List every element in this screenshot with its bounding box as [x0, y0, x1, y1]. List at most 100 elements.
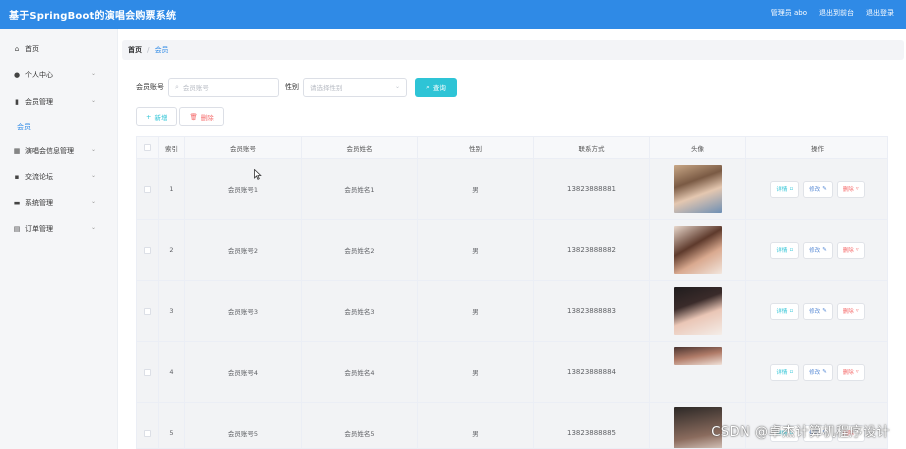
table-row[interactable]: 4 会员账号4 会员姓名4 男 13823888884 详情 ▫ 修改 ✎ 删除 ▿ — [137, 342, 887, 403]
chevron-down-icon: ⌄ — [90, 70, 96, 77]
edit-button[interactable]: 修改 ✎ — [803, 180, 833, 198]
view-label: 详情 — [776, 309, 788, 315]
row-gender: 男 — [418, 403, 534, 448]
header-index: 索引 — [159, 137, 185, 158]
table-row[interactable]: 2 会员账号2 会员姓名2 男 13823888882 详情 ▫ 修改 ✎ 删除 ▿ — [137, 220, 887, 281]
header-gender: 性别 — [418, 137, 534, 158]
select-all-checkbox[interactable] — [144, 144, 151, 151]
row-index: 3 — [159, 281, 185, 341]
breadcrumb-separator: / — [147, 46, 150, 54]
view-button[interactable]: 详情 ▫ — [770, 363, 800, 381]
table-header: 索引 会员账号 会员姓名 性别 联系方式 头像 操作 — [137, 137, 887, 159]
account-search-input[interactable]: ⌕ 会员账号 — [168, 77, 279, 97]
sidebar-item-label: 订单管理 — [25, 225, 53, 233]
row-index: 1 — [159, 159, 185, 219]
sidebar-item-personal-center[interactable]: ● 个人中心 ⌄ — [0, 66, 118, 84]
building-icon: ▦ — [13, 147, 21, 155]
trash-icon: 🗑 — [189, 112, 198, 121]
pencil-icon: ✎ — [822, 247, 827, 253]
row-checkbox[interactable] — [144, 307, 151, 315]
header-account: 会员账号 — [185, 137, 302, 158]
breadcrumb: 首页 / 会员 — [122, 40, 904, 60]
row-index: 2 — [159, 220, 185, 280]
sidebar-item-label: 交流论坛 — [25, 173, 53, 181]
trash-icon: ▿ — [855, 247, 859, 253]
add-button[interactable]: + 新增 — [136, 107, 178, 126]
row-name: 会员姓名1 — [302, 159, 418, 219]
row-name: 会员姓名2 — [302, 220, 418, 280]
sidebar-item-home[interactable]: ⌂ 首页 — [0, 40, 118, 58]
account-label: 会员账号 — [136, 83, 164, 91]
main-content: 首页 / 会员 会员账号 ⌕ 会员账号 性别 请选择性别 ⌄ ⌕ 查询 + 新增… — [118, 29, 906, 449]
row-account: 会员账号3 — [185, 281, 302, 341]
delete-row-button[interactable]: 删除 ▿ — [836, 302, 865, 320]
row-name: 会员姓名3 — [302, 281, 418, 341]
document-icon: ▫ — [789, 247, 794, 253]
edit-button[interactable]: 修改 ✎ — [803, 302, 833, 320]
gender-placeholder: 请选择性别 — [310, 84, 343, 92]
delete-label: 删除 — [842, 187, 854, 193]
edit-label: 修改 — [809, 187, 821, 193]
row-avatar-cell — [650, 281, 746, 341]
row-checkbox[interactable] — [144, 185, 151, 193]
breadcrumb-home[interactable]: 首页 — [128, 45, 142, 55]
view-button[interactable]: 详情 ▫ — [770, 302, 800, 320]
row-checkbox[interactable] — [144, 246, 151, 254]
edit-button[interactable]: 修改 ✎ — [803, 363, 833, 381]
action-bar: + 新增 🗑 删除 — [136, 107, 224, 126]
row-checkbox[interactable] — [144, 429, 151, 437]
chevron-down-icon: ⌄ — [90, 172, 96, 179]
pencil-icon: ✎ — [822, 186, 827, 192]
view-button[interactable]: 详情 ▫ — [770, 180, 800, 198]
view-button[interactable]: 详情 ▫ — [770, 241, 800, 259]
search-bar: 会员账号 ⌕ 会员账号 性别 请选择性别 ⌄ ⌕ 查询 — [136, 77, 457, 97]
sidebar-item-label: 首页 — [25, 45, 39, 53]
breadcrumb-current: 会员 — [154, 46, 169, 54]
chevron-down-icon: ⌄ — [90, 97, 96, 104]
user-icon: ● — [13, 71, 21, 79]
row-phone: 13823888882 — [534, 220, 650, 280]
edit-button[interactable]: 修改 ✎ — [803, 241, 833, 259]
row-gender: 男 — [418, 281, 534, 341]
row-actions: 详情 ▫ 修改 ✎ 删除 ▿ — [746, 342, 887, 402]
table-row[interactable]: 1 会员账号1 会员姓名1 男 13823888881 详情 ▫ 修改 ✎ 删除 ▿ — [137, 159, 887, 220]
header-phone: 联系方式 — [534, 137, 650, 158]
document-icon: ▫ — [789, 369, 794, 375]
edit-label: 修改 — [809, 309, 821, 315]
sidebar-item-orders[interactable]: ▤ 订单管理 ⌄ — [0, 220, 118, 238]
app-title: 基于SpringBoot的演唱会购票系统 — [9, 11, 177, 22]
delete-label: 删除 — [842, 248, 854, 254]
view-label: 详情 — [776, 370, 788, 376]
query-button[interactable]: ⌕ 查询 — [415, 77, 457, 97]
view-label: 详情 — [776, 187, 788, 193]
batch-delete-button[interactable]: 🗑 删除 — [179, 107, 224, 126]
table-row[interactable]: 3 会员账号3 会员姓名3 男 13823888883 详情 ▫ 修改 ✎ 删除 ▿ — [137, 281, 887, 342]
delete-label: 删除 — [200, 113, 214, 122]
row-select-cell — [137, 403, 159, 448]
plus-icon: + — [146, 112, 152, 121]
sidebar: ⌂ 首页 ● 个人中心 ⌄ ▮ 会员管理 ⌄ 会员 ▦ 演唱会信息管理 ⌄ ▪ … — [0, 29, 118, 449]
row-name: 会员姓名4 — [302, 342, 418, 402]
sidebar-item-forum[interactable]: ▪ 交流论坛 ⌄ — [0, 168, 118, 186]
gender-select[interactable]: 请选择性别 ⌄ — [303, 77, 407, 97]
delete-row-button[interactable]: 删除 ▿ — [836, 180, 865, 198]
row-checkbox[interactable] — [144, 368, 151, 376]
member-table: 索引 会员账号 会员姓名 性别 联系方式 头像 操作 1 会员账号1 会员姓名1 男 1… — [136, 136, 888, 449]
sidebar-subitem-member[interactable]: 会员 — [17, 122, 31, 132]
logout-link[interactable]: 退出登录 — [866, 8, 894, 18]
delete-row-button[interactable]: 删除 ▿ — [836, 241, 865, 259]
row-avatar-cell — [650, 220, 746, 280]
delete-row-button[interactable]: 删除 ▿ — [836, 363, 865, 381]
sidebar-item-concert-management[interactable]: ▦ 演唱会信息管理 ⌄ — [0, 142, 118, 160]
row-phone: 13823888884 — [534, 342, 650, 402]
admin-user-link[interactable]: 管理员 abo — [771, 8, 807, 18]
sidebar-item-member-management[interactable]: ▮ 会员管理 ⌄ — [0, 93, 118, 111]
sidebar-item-system[interactable]: ▬ 系统管理 ⌄ — [0, 194, 118, 212]
row-account: 会员账号1 — [185, 159, 302, 219]
avatar-image — [673, 287, 722, 335]
row-index: 5 — [159, 403, 185, 448]
go-frontend-link[interactable]: 退出到前台 — [819, 8, 854, 18]
mouse-cursor-icon — [254, 169, 262, 180]
row-select-cell — [137, 342, 159, 402]
row-actions: 详情 ▫ 修改 ✎ 删除 ▿ — [746, 220, 887, 280]
